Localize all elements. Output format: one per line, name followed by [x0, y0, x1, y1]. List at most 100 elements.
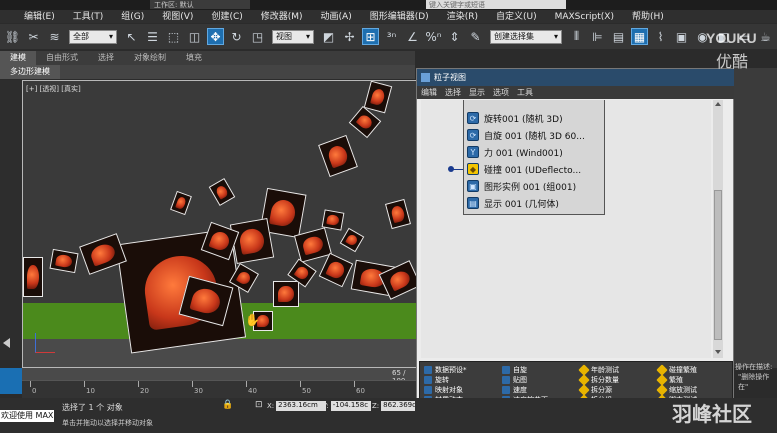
select-by-name-icon[interactable]: ☰ — [144, 28, 161, 45]
depot-item[interactable]: 速度 — [502, 385, 578, 395]
depot-item-label: 数据预设* — [435, 366, 467, 374]
ribbon-sub-label[interactable]: 多边形建模 — [0, 65, 60, 79]
ribbon-tab[interactable]: 对象绘制 — [124, 51, 176, 65]
particle-view-title: 粒子视图 — [434, 73, 466, 82]
depot-item[interactable]: 缩放测试 — [656, 384, 734, 396]
scroll-up-icon[interactable] — [715, 102, 721, 106]
menu-item[interactable]: 工具(T) — [64, 11, 113, 23]
menu-item[interactable]: 编辑(E) — [0, 11, 64, 23]
menu-item[interactable]: 创建(C) — [202, 11, 251, 23]
event-operator[interactable]: ▣ 图形实例 001 (组001) — [464, 178, 604, 194]
layer-manager-icon[interactable]: ▤ — [610, 28, 627, 45]
operator-icon — [502, 366, 510, 374]
event-box[interactable]: ⟳ 旋转001 (随机 3D) ⟳ 自旋 001 (随机 3D 60... Y 力 001… — [463, 100, 605, 215]
menu-item[interactable]: 图形编辑器(D) — [361, 11, 438, 23]
scroll-thumb[interactable] — [714, 190, 722, 340]
menu-item[interactable]: 动画(A) — [312, 11, 361, 23]
depot-item[interactable]: 自旋 — [502, 365, 578, 375]
select-scale-icon[interactable]: ◳ — [249, 28, 266, 45]
ribbon-tab[interactable]: 填充 — [176, 51, 212, 65]
align-icon[interactable]: ⊫ — [589, 28, 606, 45]
workspace-dropdown[interactable]: 工作区: 默认 — [150, 0, 250, 9]
unlink-icon[interactable]: ✂ — [25, 28, 42, 45]
window-crossing-icon[interactable]: ◫ — [186, 28, 203, 45]
event-operator[interactable]: ▤ 显示 001 (几何体) — [464, 195, 604, 211]
edit-named-sel-icon[interactable]: ✎ — [467, 28, 484, 45]
mirror-icon[interactable]: ⫴ — [568, 28, 585, 45]
select-manipulate-icon[interactable]: ✢ — [341, 28, 358, 45]
menu-item[interactable]: 修改器(M) — [252, 11, 312, 23]
rect-selection-icon[interactable]: ⬚ — [165, 28, 182, 45]
menu-item[interactable]: 组(G) — [112, 11, 153, 23]
event-operator[interactable]: ⟳ 自旋 001 (随机 3D 60... — [464, 127, 604, 143]
ruler-tick — [30, 381, 31, 387]
search-input[interactable]: 键入关键字或短语 — [426, 0, 566, 9]
depot-item[interactable]: 贴图 — [502, 375, 578, 385]
link-icon[interactable]: ⛓ — [4, 28, 21, 45]
menu-item[interactable]: 帮助(H) — [623, 11, 673, 23]
menu-item[interactable]: 视图(V) — [153, 11, 202, 23]
pv-menu-item[interactable]: 选项 — [489, 87, 513, 98]
pv-menu-item[interactable]: 编辑 — [417, 87, 441, 98]
spinner-snap-icon[interactable]: ⇕ — [446, 28, 463, 45]
ruler-tick — [246, 381, 247, 387]
viewport[interactable]: [+] [透视] [真实] ✋ — [22, 80, 420, 368]
time-slider[interactable]: 65 / 100 — [22, 368, 416, 385]
snap-3-icon[interactable]: ³ⁿ — [383, 28, 400, 45]
pv-menu-item[interactable]: 选择 — [441, 87, 465, 98]
depot-item[interactable]: 映射对象 — [424, 385, 500, 395]
chevron-down-icon: ▾ — [553, 32, 558, 41]
graphite-ribbon-icon[interactable]: ▦ — [631, 28, 648, 45]
depot-item[interactable]: 年龄测试 — [578, 364, 656, 376]
lock-icon[interactable]: 🔒 — [222, 400, 233, 410]
event-area[interactable]: ⟳ 旋转001 (随机 3D) ⟳ 自旋 001 (随机 3D 60... Y 力 001… — [421, 100, 711, 358]
keyboard-shortcut-icon[interactable]: ⊞ — [362, 28, 379, 45]
ref-coord-dropdown[interactable]: 视图 ▾ — [272, 29, 314, 44]
viewport-label[interactable]: [+] [透视] [真实] — [26, 84, 81, 94]
scroll-down-icon[interactable] — [715, 350, 721, 354]
named-selection-dropdown[interactable]: 创建选择集 ▾ — [490, 29, 562, 44]
menu-item[interactable]: MAXScript(X) — [546, 11, 623, 23]
menu-item[interactable]: 自定义(U) — [487, 11, 546, 23]
depot-item[interactable]: 拆分数量 — [578, 374, 656, 386]
leaf-particle — [23, 257, 43, 297]
ribbon-sub: 多边形建模 — [0, 65, 415, 79]
y-field[interactable]: -104.158c — [330, 401, 371, 411]
pv-menu-item[interactable]: 显示 — [465, 87, 489, 98]
depot-item[interactable]: 拆分源 — [578, 384, 656, 396]
pv-menu-item[interactable]: 工具 — [513, 87, 537, 98]
event-operator[interactable]: ⟳ 旋转001 (随机 3D) — [464, 110, 604, 126]
depot-item-label: 拆分数量 — [591, 376, 619, 384]
maxscript-listener[interactable]: 欢迎使用 MAX — [0, 410, 54, 422]
leaf-particle — [384, 198, 412, 230]
abs-mode-icon[interactable]: ⊡ — [255, 400, 263, 410]
event-operator[interactable]: ◆ 碰撞 001 (UDeflecto... — [464, 161, 604, 177]
ribbon-tab[interactable]: 建模 — [0, 51, 36, 65]
curve-editor-icon[interactable]: ⌇ — [652, 28, 669, 45]
particle-view-scrollbar[interactable] — [713, 100, 723, 358]
percent-snap-icon[interactable]: %ⁿ — [425, 28, 442, 45]
select-object-icon[interactable]: ↖ — [123, 28, 140, 45]
depot-item[interactable]: 数据预设* — [424, 365, 500, 375]
x-field[interactable]: 2363.16cm — [276, 401, 327, 411]
event-operator[interactable]: Y 力 001 (Wind001) — [464, 144, 604, 160]
bind-spacewarp-icon[interactable]: ≋ — [46, 28, 63, 45]
chevron-down-icon: ▾ — [305, 32, 310, 41]
ribbon-tab[interactable]: 选择 — [88, 51, 124, 65]
select-move-icon[interactable]: ✥ — [207, 28, 224, 45]
select-rotate-icon[interactable]: ↻ — [228, 28, 245, 45]
depot-item[interactable]: 旋转 — [424, 375, 500, 385]
depot-item[interactable]: 繁殖 — [656, 374, 734, 386]
selection-filter-dropdown[interactable]: 全部 ▾ — [69, 29, 117, 44]
menu-item[interactable]: 渲染(R) — [438, 11, 487, 23]
pivot-center-icon[interactable]: ◩ — [320, 28, 337, 45]
depot-item-label: 贴图 — [513, 376, 527, 384]
render-teapot-icon[interactable]: ☕ — [757, 28, 774, 45]
coord-z: Z: 862.369cm — [372, 401, 416, 411]
depot-item[interactable]: 碰撞繁殖 — [656, 364, 734, 376]
schematic-view-icon[interactable]: ▣ — [673, 28, 690, 45]
z-field[interactable]: 862.369cm — [381, 401, 416, 411]
scroll-arrow-icon[interactable] — [3, 338, 10, 348]
ribbon-tab[interactable]: 自由形式 — [36, 51, 88, 65]
angle-snap-icon[interactable]: ∠ — [404, 28, 421, 45]
